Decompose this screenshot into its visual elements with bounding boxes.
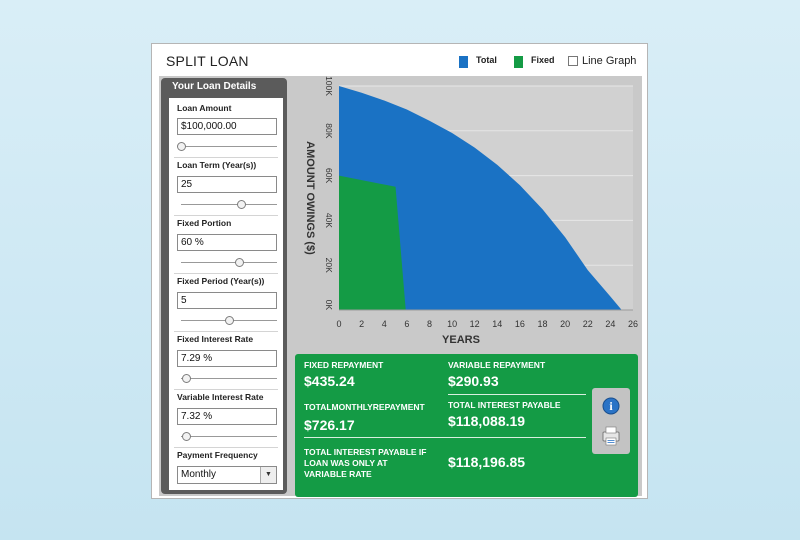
line-graph-label[interactable]: Line Graph [582, 55, 636, 67]
fixed-portion-slider-thumb[interactable] [234, 258, 244, 267]
fixed-rate-slider-track[interactable] [181, 378, 277, 379]
y-tick-label: 60K [324, 168, 334, 183]
info-icon[interactable]: i [602, 397, 620, 415]
loan-term-label: Loan Term (Year(s)) [177, 160, 257, 170]
variable-rate-slider-thumb[interactable] [181, 432, 191, 441]
chevron-down-icon[interactable]: ▼ [260, 467, 276, 483]
variable-only-value: $118,196.85 [448, 454, 526, 470]
x-tick-label: 4 [382, 319, 387, 329]
legend-total-label: Total [476, 55, 497, 65]
variable-rate-slider-track[interactable] [181, 436, 277, 437]
divider [174, 331, 278, 332]
divider [174, 157, 278, 158]
loan-term-slider-thumb[interactable] [236, 200, 246, 209]
fixed-rate-input[interactable]: 7.29 % [177, 350, 277, 367]
fixed-portion-input[interactable]: 60 % [177, 234, 277, 251]
tool-box: i [592, 388, 630, 454]
results-panel: FIXED REPAYMENT $435.24 VARIABLE REPAYME… [295, 354, 638, 497]
loan-amount-label: Loan Amount [177, 103, 232, 113]
total-interest-label: TOTAL INTEREST PAYABLE [448, 400, 561, 410]
x-tick-label: 20 [560, 319, 570, 329]
variable-rate-input[interactable]: 7.32 % [177, 408, 277, 425]
divider [174, 215, 278, 216]
x-tick-label: 18 [538, 319, 548, 329]
x-axis-label: YEARS [442, 334, 480, 346]
panel-title: Your Loan Details [172, 81, 257, 92]
fixed-period-slider-thumb[interactable] [225, 316, 234, 325]
split-loan-widget: SPLIT LOAN Total Fixed Line Graph Your L… [151, 43, 648, 499]
fixed-portion-slider-track[interactable] [181, 262, 277, 263]
loan-amount-slider-track[interactable] [181, 146, 277, 147]
tool-icons: i [602, 397, 620, 446]
variable-only-label-line-2: LOAN WAS ONLY AT [304, 458, 388, 468]
fixed-repayment-value: $435.24 [304, 373, 355, 389]
x-tick-label: 26 [628, 319, 638, 329]
divider [174, 447, 278, 448]
divider [174, 389, 278, 390]
divider [448, 394, 586, 395]
payment-frequency-value: Monthly [181, 469, 217, 480]
y-tick-label: 40K [324, 213, 334, 228]
variable-only-label-line-3: VARIABLE RATE [304, 469, 372, 479]
variable-repayment-value: $290.93 [448, 373, 499, 389]
divider [174, 273, 278, 274]
variable-rate-label: Variable Interest Rate [177, 392, 264, 402]
legend-fixed-swatch [514, 56, 523, 68]
fixed-repayment-label: FIXED REPAYMENT [304, 360, 384, 370]
y-tick-label: 20K [324, 258, 334, 273]
variable-repayment-label: VARIABLE REPAYMENT [448, 360, 546, 370]
legend-total-swatch [459, 56, 468, 68]
fixed-portion-label: Fixed Portion [177, 218, 232, 228]
loan-details-panel: Your Loan Details Loan Amount $100,000.0… [161, 78, 287, 494]
panel-form: Loan Amount $100,000.00 Loan Term (Year(… [169, 98, 283, 490]
legend-fixed-label: Fixed [531, 55, 555, 65]
variable-only-label-line-1: TOTAL INTEREST PAYABLE IF [304, 447, 427, 457]
fixed-rate-slider-thumb[interactable] [181, 374, 191, 383]
payment-frequency-label: Payment Frequency [177, 450, 258, 460]
fixed-period-label: Fixed Period (Year(s)) [177, 276, 265, 286]
y-tick-label: 0K [324, 300, 334, 311]
x-tick-label: 8 [427, 319, 432, 329]
x-tick-label: 10 [447, 319, 457, 329]
x-tick-label: 6 [404, 319, 409, 329]
y-tick-label: 100K [324, 76, 334, 96]
total-interest-value: $118,088.19 [448, 413, 526, 429]
loan-amount-slider-thumb[interactable] [177, 142, 186, 151]
print-icon[interactable] [602, 426, 620, 446]
loan-term-slider-track[interactable] [181, 204, 277, 205]
total-monthly-label: TOTALMONTHLYREPAYMENT [304, 402, 425, 412]
y-axis-label: AMOUNT OWINGS ($) [304, 141, 316, 255]
x-tick-label: 16 [515, 319, 525, 329]
x-tick-label: 14 [492, 319, 502, 329]
x-tick-label: 22 [583, 319, 593, 329]
amount-owing-chart: 0 2 4 6 8 10 12 14 16 18 20 22 24 26 0K20K40K60K80K10… [293, 76, 642, 351]
widget-title: SPLIT LOAN [166, 53, 249, 69]
x-tick-label: 2 [359, 319, 364, 329]
total-monthly-value: $726.17 [304, 417, 355, 433]
line-graph-checkbox[interactable] [568, 56, 578, 66]
x-tick-label: 24 [605, 319, 615, 329]
payment-frequency-select[interactable]: Monthly ▼ [177, 466, 277, 484]
fixed-area-series [339, 175, 406, 310]
y-tick-label: 80K [324, 123, 334, 138]
body-area: Your Loan Details Loan Amount $100,000.0… [159, 76, 642, 497]
x-tick-label: 12 [470, 319, 480, 329]
loan-term-input[interactable]: 25 [177, 176, 277, 193]
fixed-rate-label: Fixed Interest Rate [177, 334, 254, 344]
loan-amount-input[interactable]: $100,000.00 [177, 118, 277, 135]
x-tick-label: 0 [336, 319, 341, 329]
divider [304, 437, 586, 438]
fixed-period-input[interactable]: 5 [177, 292, 277, 309]
